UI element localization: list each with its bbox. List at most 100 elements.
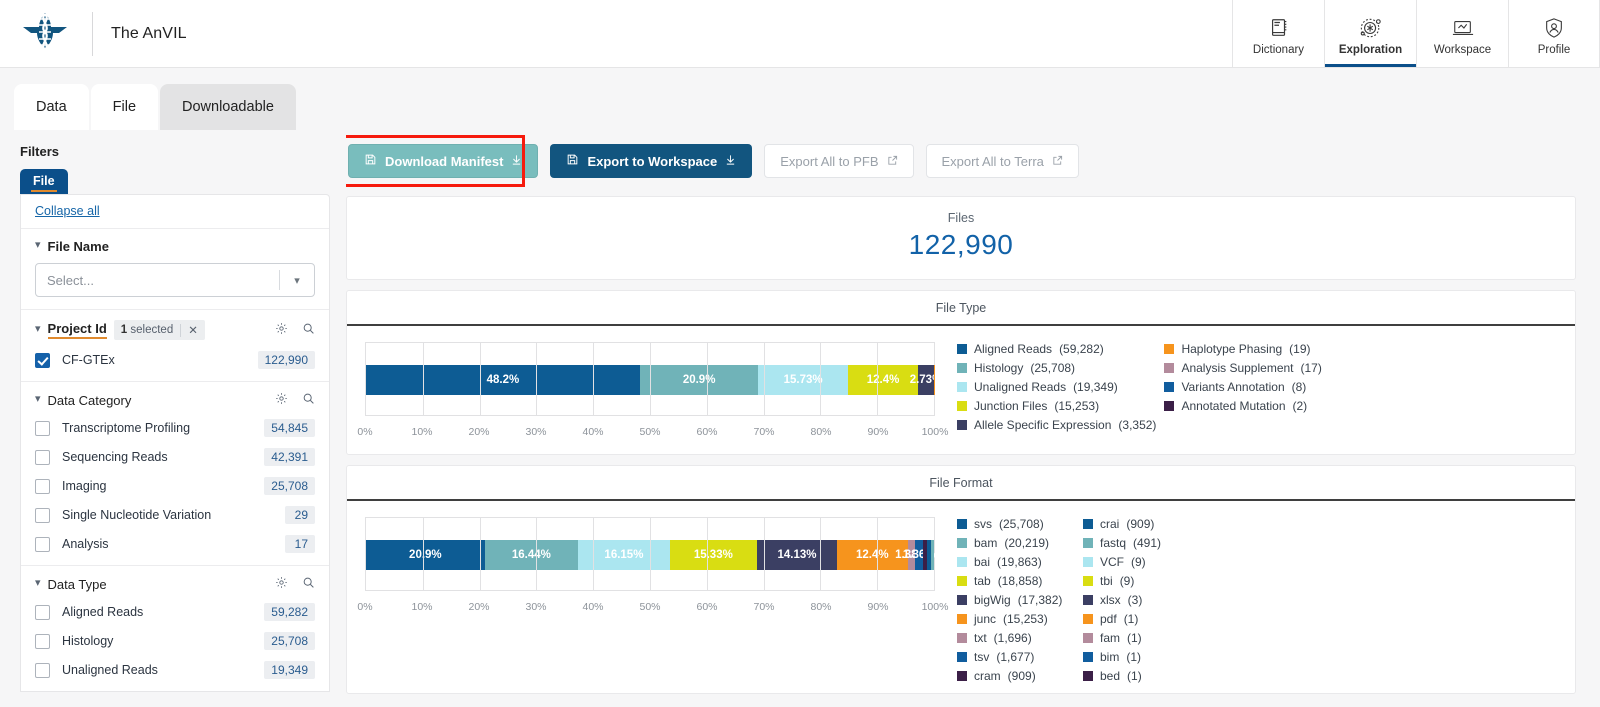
nav-item-dictionary[interactable]: Dictionary <box>1232 0 1324 67</box>
search-icon[interactable] <box>302 322 315 338</box>
legend-label: svs <box>974 517 992 531</box>
tab-file[interactable]: File <box>90 84 159 130</box>
filter-section-title: Data Category <box>47 392 132 408</box>
legend-swatch <box>1164 401 1175 411</box>
bar-segment[interactable]: 12.4% <box>847 365 919 395</box>
filter-section-header[interactable]: ▾ Project Id 1 selected ✕ <box>35 320 315 340</box>
filter-option-label: Transcriptome Profiling <box>62 421 191 435</box>
bar-segment[interactable]: 20.9% <box>366 540 485 570</box>
filter-section-header[interactable]: ▾ Data Category <box>35 392 315 408</box>
legend-item[interactable]: tsv (1,677) <box>957 650 1075 664</box>
tab-downloadable[interactable]: Downloadable <box>160 84 296 130</box>
filter-option-row[interactable]: Analysis 17 <box>35 535 315 553</box>
legend-item[interactable]: Junction Files (15,253) <box>957 399 1156 413</box>
nav-item-exploration[interactable]: Exploration <box>1324 0 1416 67</box>
search-icon[interactable] <box>302 576 315 592</box>
checkbox-unaligned-reads[interactable] <box>35 662 50 678</box>
checkbox-analysis[interactable] <box>35 536 50 552</box>
legend-label: bigWig <box>974 593 1011 607</box>
axis-tick-label: 80% <box>810 426 832 438</box>
legend-item[interactable]: tab (18,858) <box>957 574 1075 588</box>
file-name-select[interactable]: Select... ▾ <box>35 263 315 297</box>
legend-item[interactable]: Aligned Reads (59,282) <box>957 342 1156 356</box>
close-icon[interactable]: ✕ <box>188 323 198 337</box>
bar-segment[interactable]: 20.9% <box>639 365 759 395</box>
chevron-down-icon[interactable]: ▾ <box>35 393 41 405</box>
bar-segment[interactable]: 14.13% <box>756 540 838 570</box>
legend-item[interactable]: svs (25,708) <box>957 517 1075 531</box>
file-format-plot: 20.9% 16.44% 16.15% 15.33% 14.13% 12.4% 1.38% 1… <box>357 517 948 683</box>
nav-item-profile[interactable]: Profile <box>1508 0 1600 67</box>
legend-item[interactable]: bai (19,863) <box>957 555 1075 569</box>
bar-segment[interactable]: 16.15% <box>578 540 670 570</box>
filter-tab-file[interactable]: File <box>20 169 68 194</box>
chevron-down-icon[interactable]: ▾ <box>35 577 41 589</box>
chevron-down-icon[interactable]: ▾ <box>35 240 41 251</box>
export-all-to-terra-button[interactable]: Export All to Terra <box>925 144 1079 178</box>
legend-item[interactable]: Unaligned Reads (19,349) <box>957 380 1156 394</box>
filter-option-row[interactable]: CF-GTEx 122,990 <box>35 351 315 369</box>
tab-data[interactable]: Data <box>14 84 89 130</box>
filter-option-label: Analysis <box>62 537 109 551</box>
export-all-to-pfb-button[interactable]: Export All to PFB <box>764 144 914 178</box>
legend-item[interactable]: VCF (9) <box>1083 555 1201 569</box>
bar-segment[interactable]: 15.33% <box>669 540 757 570</box>
selected-badge[interactable]: 1 selected ✕ <box>113 320 205 340</box>
axis-tick-label: 30% <box>525 601 547 613</box>
filter-option-row[interactable]: Sequencing Reads 42,391 <box>35 448 315 466</box>
legend-item[interactable]: txt (1,696) <box>957 631 1075 645</box>
legend-item[interactable]: bam (20,219) <box>957 536 1075 550</box>
legend-item[interactable]: junc (15,253) <box>957 612 1075 626</box>
filter-option-row[interactable]: Single Nucleotide Variation 29 <box>35 506 315 524</box>
gear-icon[interactable] <box>275 392 288 408</box>
bar-segment[interactable]: 48.2% <box>366 365 640 395</box>
legend-item[interactable]: fam (1) <box>1083 631 1201 645</box>
legend-item[interactable]: Histology (25,708) <box>957 361 1156 375</box>
filter-option-row[interactable]: Transcriptome Profiling 54,845 <box>35 419 315 437</box>
bar-segment[interactable]: 15.73% <box>758 365 848 395</box>
filter-section-actions <box>275 322 315 338</box>
anvil-dna-logo[interactable] <box>16 10 74 58</box>
checkbox-sequencing-reads[interactable] <box>35 449 50 465</box>
checkbox-transcriptome-profiling[interactable] <box>35 420 50 436</box>
legend-item[interactable]: tbi (9) <box>1083 574 1201 588</box>
legend-item[interactable]: fastq (491) <box>1083 536 1201 550</box>
legend-item[interactable]: Variants Annotation (8) <box>1164 380 1360 394</box>
legend-count: (19,349) <box>1073 380 1118 394</box>
legend-item[interactable]: bim (1) <box>1083 650 1201 664</box>
nav-item-workspace[interactable]: Workspace <box>1416 0 1508 67</box>
chevron-down-icon[interactable]: ▾ <box>280 274 314 287</box>
chevron-down-icon[interactable]: ▾ <box>35 323 41 335</box>
checkbox-single-nucleotide-variation[interactable] <box>35 507 50 523</box>
search-icon[interactable] <box>302 392 315 408</box>
checkbox-aligned-reads[interactable] <box>35 604 50 620</box>
bar-segment[interactable]: 16.44% <box>484 540 579 570</box>
gear-icon[interactable] <box>275 576 288 592</box>
checkbox-histology[interactable] <box>35 633 50 649</box>
filter-section-header[interactable]: ▾ File Name <box>35 239 315 254</box>
legend-item[interactable]: bigWig (17,382) <box>957 593 1075 607</box>
checkbox-imaging[interactable] <box>35 478 50 494</box>
filter-option-row[interactable]: Imaging 25,708 <box>35 477 315 495</box>
legend-item[interactable]: Annotated Mutation (2) <box>1164 399 1360 413</box>
legend-item[interactable]: pdf (1) <box>1083 612 1201 626</box>
bar-segment[interactable]: 2.73% <box>910 365 942 395</box>
filter-option-row[interactable]: Unaligned Reads 19,349 <box>35 661 315 679</box>
gridline <box>650 343 651 415</box>
collapse-all-link[interactable]: Collapse all <box>35 204 100 218</box>
legend-item[interactable]: crai (909) <box>1083 517 1201 531</box>
legend-item[interactable]: cram (909) <box>957 669 1075 683</box>
checkbox-cf-gtex[interactable] <box>35 352 50 368</box>
legend-item[interactable]: Allele Specific Expression (3,352) <box>957 418 1156 432</box>
filter-option-row[interactable]: Histology 25,708 <box>35 632 315 650</box>
legend-item[interactable]: Analysis Supplement (17) <box>1164 361 1360 375</box>
legend-item[interactable]: Haplotype Phasing (19) <box>1164 342 1360 356</box>
legend-item[interactable]: xlsx (3) <box>1083 593 1201 607</box>
gear-icon[interactable] <box>275 322 288 338</box>
filter-option-row[interactable]: Aligned Reads 59,282 <box>35 603 315 621</box>
download-manifest-button[interactable]: Download Manifest <box>348 144 539 178</box>
bar-segment[interactable]: 1.36% <box>903 540 936 570</box>
legend-item[interactable]: bed (1) <box>1083 669 1201 683</box>
filter-section-header[interactable]: ▾ Data Type <box>35 576 315 592</box>
export-to-workspace-button[interactable]: Export to Workspace <box>550 144 753 178</box>
